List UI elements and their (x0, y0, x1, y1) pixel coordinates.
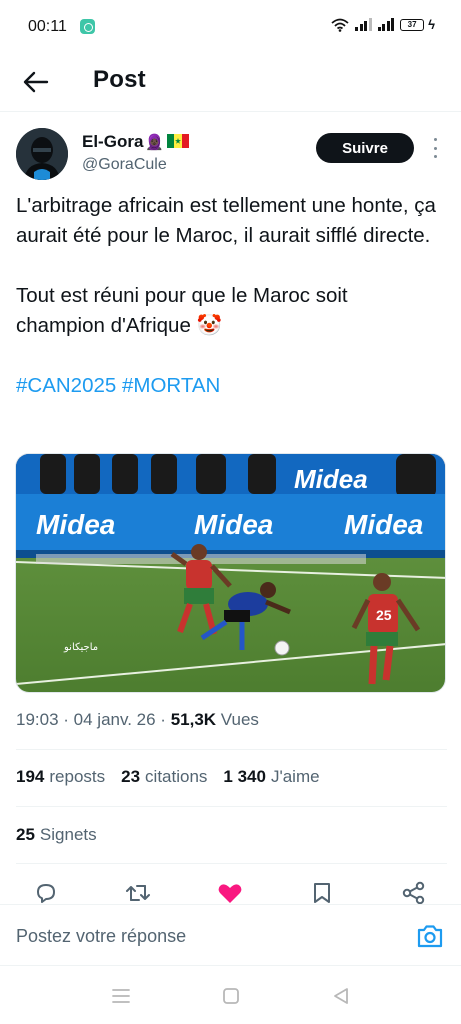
more-options-button[interactable] (428, 138, 442, 158)
jersey-number: 25 (376, 607, 392, 623)
arrow-left-icon (23, 71, 49, 93)
status-indicators: 37 ϟ (331, 17, 435, 32)
avatar-image (16, 128, 68, 180)
share-icon (402, 881, 425, 905)
reply-bar (0, 904, 461, 966)
reply-input[interactable] (16, 921, 396, 951)
battery-level: 37 (407, 19, 417, 29)
avatar[interactable] (16, 128, 68, 180)
menu-lines-icon (112, 989, 130, 1003)
notification-app-icon (80, 19, 95, 34)
camera-icon (417, 925, 443, 948)
post-paragraph: L'arbitrage africain est tellement une h… (16, 194, 436, 247)
recent-apps-button[interactable] (110, 986, 132, 1006)
post-date: 04 janv. 26 (73, 710, 156, 729)
camera-button[interactable] (416, 923, 444, 949)
heart-icon (218, 884, 242, 903)
senegal-flag-icon (167, 134, 190, 148)
hashtag-link[interactable]: #CAN2025 (16, 374, 116, 397)
bookmarks-stat[interactable]: 25 Signets (16, 825, 97, 845)
signal-icon-2 (377, 18, 395, 31)
views-count: 51,3K (170, 710, 217, 729)
status-time: 00:11 (28, 18, 67, 35)
speech-bubble-icon (37, 884, 55, 903)
quotes-stat[interactable]: 23 citations (121, 767, 207, 787)
app-header: Post (0, 56, 461, 112)
ad-board-text: Midea (344, 509, 423, 540)
post-text: L'arbitrage africain est tellement une h… (16, 191, 436, 401)
battery-icon: 37 (400, 18, 425, 31)
signal-icon (355, 18, 372, 31)
football-match-image: Midea Midea Midea Midea 25 ماجيكانو (16, 454, 445, 692)
post-actions (0, 880, 461, 906)
post-timestamp: 19:03 · 04 janv. 26 · 51,3K Vues (16, 710, 259, 729)
display-name[interactable]: El-Gora 🧕🏿 (82, 132, 190, 152)
divider (16, 863, 447, 864)
wifi-icon (331, 18, 349, 32)
post-media[interactable]: Midea Midea Midea Midea 25 ماجيكانو (15, 453, 446, 693)
author-handle[interactable]: @GoraCule (82, 156, 167, 174)
home-square-icon (223, 988, 239, 1004)
divider (16, 749, 447, 750)
post-author: El-Gora 🧕🏿 @GoraCule Suivre (0, 128, 461, 184)
back-button[interactable] (20, 66, 52, 98)
divider (16, 806, 447, 807)
media-watermark: ماجيكانو (63, 642, 98, 653)
follow-button[interactable]: Suivre (316, 133, 414, 163)
charging-icon: ϟ (428, 17, 435, 32)
display-name-text: El-Gora (82, 132, 144, 151)
page-title: Post (93, 66, 146, 93)
repost-button[interactable] (125, 880, 151, 906)
ad-board-text: Midea (194, 509, 273, 540)
likes-stat[interactable]: 1 340 J'aime (223, 767, 319, 787)
repost-arrows-icon (126, 885, 150, 901)
hashtag-link[interactable]: #MORTAN (122, 374, 220, 397)
hashtags: #CAN2025 #MORTAN (16, 371, 436, 401)
status-bar: 00:11 37 ϟ (0, 0, 461, 56)
views-label: Vues (220, 710, 259, 729)
vertical-dots-icon (433, 138, 437, 141)
ad-board-text: Midea (294, 464, 368, 494)
post-time: 19:03 (16, 710, 59, 729)
share-button[interactable] (401, 880, 427, 906)
system-nav-bar (0, 966, 461, 1024)
bookmark-button[interactable] (309, 880, 335, 906)
nav-back-button[interactable] (330, 986, 352, 1006)
reply-button[interactable] (33, 880, 59, 906)
bookmark-icon (314, 883, 330, 903)
home-button[interactable] (220, 986, 242, 1006)
reposts-stat[interactable]: 194 reposts (16, 767, 105, 787)
triangle-back-icon (334, 988, 348, 1004)
name-emoji: 🧕🏿 (145, 134, 165, 151)
post-paragraph: Tout est réuni pour que le Maroc soit ch… (16, 284, 348, 337)
like-button[interactable] (217, 880, 243, 906)
engagement-stats: 194 reposts 23 citations 1 340 J'aime (16, 767, 320, 787)
ad-board-text: Midea (36, 509, 115, 540)
